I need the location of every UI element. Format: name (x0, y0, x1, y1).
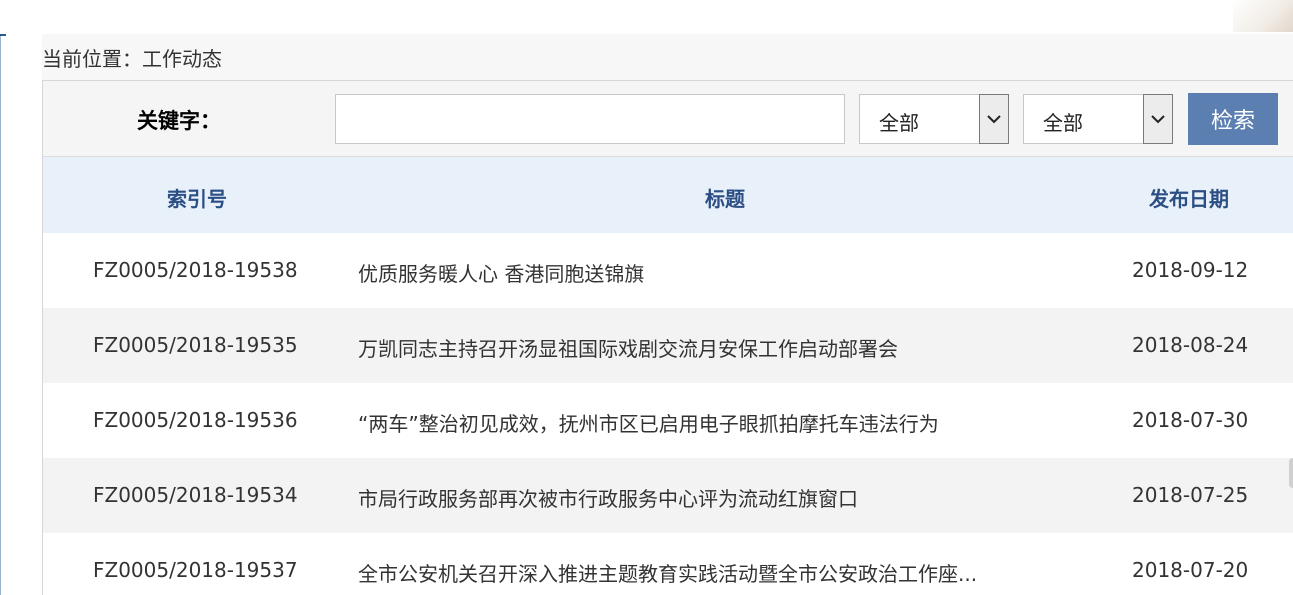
table-header: 索引号 标题 发布日期 (43, 157, 1293, 233)
column-header-date: 发布日期 (1149, 187, 1229, 211)
table-row: FZ0005/2018-19535 万凯同志主持召开汤显祖国际戏剧交流月安保工作… (43, 308, 1293, 383)
category-select[interactable]: 全部 (859, 94, 1009, 144)
row-date: 2018-08-24 (1132, 333, 1249, 357)
column-header-index: 索引号 (167, 187, 227, 211)
row-title-link[interactable]: 优质服务暖人心 香港同胞送锦旗 (358, 258, 644, 287)
search-bar: 关键字： 全部 全部 检索 (43, 81, 1293, 157)
left-tick (0, 34, 6, 36)
left-border (0, 34, 3, 595)
row-index: FZ0005/2018-19534 (93, 483, 298, 507)
page: 当前位置：工作动态 关键字： 全部 全部 检索 索引号 标题 发布日期 FZ00… (0, 0, 1293, 595)
category-select-value: 全部 (879, 111, 919, 135)
search-button[interactable]: 检索 (1188, 93, 1278, 145)
year-select[interactable]: 全部 (1023, 94, 1173, 144)
content-panel: 关键字： 全部 全部 检索 索引号 标题 发布日期 FZ0005/2018-19… (42, 80, 1293, 595)
table-row: FZ0005/2018-19538 优质服务暖人心 香港同胞送锦旗 2018-0… (43, 233, 1293, 308)
row-date: 2018-07-30 (1132, 408, 1249, 432)
table-row: FZ0005/2018-19534 市局行政服务部再次被市行政服务中心评为流动红… (43, 458, 1293, 533)
row-index: FZ0005/2018-19537 (93, 558, 298, 582)
column-header-title: 标题 (705, 187, 745, 211)
row-date: 2018-09-12 (1132, 258, 1249, 282)
row-index: FZ0005/2018-19538 (93, 258, 298, 282)
row-title-link[interactable]: 市局行政服务部再次被市行政服务中心评为流动红旗窗口 (358, 483, 858, 512)
chevron-down-icon[interactable] (979, 94, 1009, 144)
corner-decoration (1233, 0, 1293, 32)
row-title-link[interactable]: “两车”整治初见成效，抚州市区已启用电子眼抓拍摩托车违法行为 (358, 408, 939, 437)
keyword-input[interactable] (335, 94, 845, 144)
year-select-value: 全部 (1043, 111, 1083, 135)
table-row: FZ0005/2018-19537 全市公安机关召开深入推进主题教育实践活动暨全… (43, 533, 1293, 595)
breadcrumb: 当前位置：工作动态 (42, 34, 1293, 80)
breadcrumb-text: 当前位置：工作动态 (42, 46, 222, 71)
scroll-handle[interactable] (1289, 458, 1293, 488)
table-row: FZ0005/2018-19536 “两车”整治初见成效，抚州市区已启用电子眼抓… (43, 383, 1293, 458)
row-date: 2018-07-20 (1132, 558, 1249, 582)
keyword-label: 关键字： (137, 109, 221, 133)
chevron-down-icon[interactable] (1143, 94, 1173, 144)
row-index: FZ0005/2018-19535 (93, 333, 298, 357)
row-date: 2018-07-25 (1132, 483, 1249, 507)
row-index: FZ0005/2018-19536 (93, 408, 298, 432)
row-title-link[interactable]: 万凯同志主持召开汤显祖国际戏剧交流月安保工作启动部署会 (358, 333, 898, 362)
row-title-link[interactable]: 全市公安机关召开深入推进主题教育实践活动暨全市公安政治工作座... (358, 558, 977, 587)
